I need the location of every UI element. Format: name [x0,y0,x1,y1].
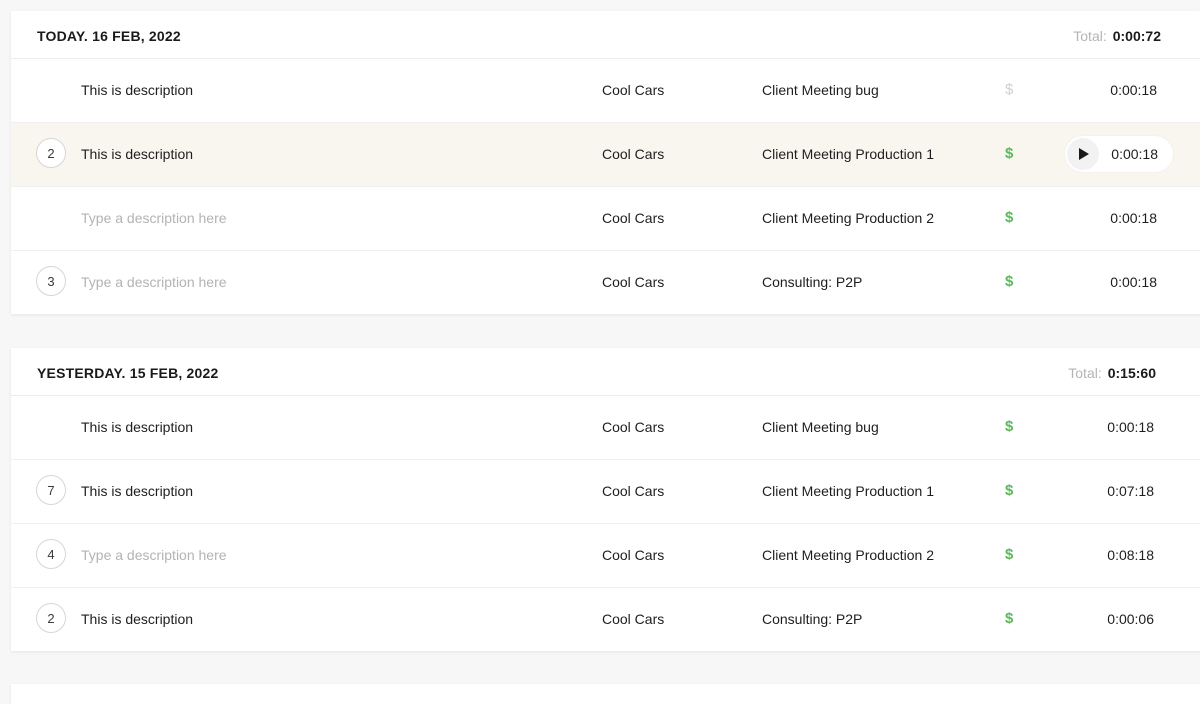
entry-project[interactable]: Client Meeting Production 2 [762,210,934,226]
entry-group-count-badge[interactable]: 3 [36,266,66,296]
entry-client[interactable]: Cool Cars [602,146,664,162]
day-date-label: YESTERDAY. 15 FEB, 2022 [37,365,219,381]
entry-project[interactable]: Consulting: P2P [762,274,862,290]
entry-description[interactable]: This is description [81,82,193,98]
entry-duration[interactable]: 0:00:18 [1110,210,1157,226]
entry-duration[interactable]: 0:00:18 [1111,146,1158,162]
day-total: Total: 0:15:60 [1068,365,1156,381]
billable-dollar-icon[interactable]: $ [1005,418,1013,435]
entry-description[interactable]: This is description [81,419,193,435]
entry-duration[interactable]: 0:08:18 [1107,547,1154,563]
play-button[interactable] [1067,138,1099,170]
entry-client[interactable]: Cool Cars [602,483,664,499]
entry-duration[interactable]: 0:00:18 [1107,419,1154,435]
entry-group-count-badge[interactable]: 7 [36,475,66,505]
day-group-header: YESTERDAY. 15 FEB, 2022 Total: 0:15:60 [11,348,1200,396]
day-total-value: 0:00:72 [1112,28,1161,44]
time-entry-row[interactable]: 7 This is description Cool Cars Client M… [11,460,1200,524]
entry-client[interactable]: Cool Cars [602,419,664,435]
billable-dollar-icon[interactable]: $ [1005,145,1013,162]
entry-client[interactable]: Cool Cars [602,82,664,98]
time-entry-row[interactable]: 4 Type a description here Cool Cars Clie… [11,524,1200,588]
entry-description-placeholder[interactable]: Type a description here [81,547,227,563]
day-group-header: TODAY. 16 FEB, 2022 Total: 0:00:72 [11,11,1200,59]
time-entry-row[interactable]: 3 Type a description here Cool Cars Cons… [11,251,1200,314]
day-total-label: Total: [1068,365,1102,381]
billable-dollar-icon[interactable]: $ [1005,81,1013,98]
billable-dollar-icon[interactable]: $ [1005,482,1013,499]
day-total-label: Total: [1073,28,1107,44]
billable-dollar-icon[interactable]: $ [1005,610,1013,627]
entry-description-placeholder[interactable]: Type a description here [81,274,227,290]
timer-pill[interactable]: 0:00:18 [1065,136,1173,172]
time-entry-row[interactable]: This is description Cool Cars Client Mee… [11,59,1200,123]
entry-description[interactable]: This is description [81,483,193,499]
entry-project[interactable]: Client Meeting Production 1 [762,146,934,162]
entry-client[interactable]: Cool Cars [602,611,664,627]
time-entry-row[interactable]: This is description Cool Cars Client Mee… [11,396,1200,460]
play-icon [1079,148,1089,160]
entry-duration[interactable]: 0:00:06 [1107,611,1154,627]
day-group-today: TODAY. 16 FEB, 2022 Total: 0:00:72 This i… [11,11,1200,314]
day-date-label: TODAY. 16 FEB, 2022 [37,28,181,44]
entry-client[interactable]: Cool Cars [602,274,664,290]
billable-dollar-icon[interactable]: $ [1005,546,1013,563]
day-total: Total: 0:00:72 [1073,28,1161,44]
entry-duration[interactable]: 0:00:18 [1110,274,1157,290]
entry-group-count-badge[interactable]: 2 [36,138,66,168]
entry-project[interactable]: Client Meeting bug [762,82,879,98]
entry-project[interactable]: Consulting: P2P [762,611,862,627]
entry-duration[interactable]: 0:00:18 [1110,82,1157,98]
time-entry-row[interactable]: 2 This is description Cool Cars Consulti… [11,588,1200,651]
entry-project[interactable]: Client Meeting bug [762,419,879,435]
entry-description[interactable]: This is description [81,146,193,162]
entry-description[interactable]: This is description [81,611,193,627]
entry-duration[interactable]: 0:07:18 [1107,483,1154,499]
billable-dollar-icon[interactable]: $ [1005,209,1013,226]
time-entry-row[interactable]: Type a description here Cool Cars Client… [11,187,1200,251]
entry-group-count-badge[interactable]: 2 [36,603,66,633]
entry-group-count-badge[interactable]: 4 [36,539,66,569]
day-group-partial [11,684,1200,704]
entry-client[interactable]: Cool Cars [602,210,664,226]
entry-project[interactable]: Client Meeting Production 1 [762,483,934,499]
time-entry-row[interactable]: 2 This is description Cool Cars Client M… [11,123,1200,187]
entry-client[interactable]: Cool Cars [602,547,664,563]
entry-description-placeholder[interactable]: Type a description here [81,210,227,226]
day-group-yesterday: YESTERDAY. 15 FEB, 2022 Total: 0:15:60 Th… [11,348,1200,651]
billable-dollar-icon[interactable]: $ [1005,273,1013,290]
day-total-value: 0:15:60 [1107,365,1156,381]
entry-project[interactable]: Client Meeting Production 2 [762,547,934,563]
